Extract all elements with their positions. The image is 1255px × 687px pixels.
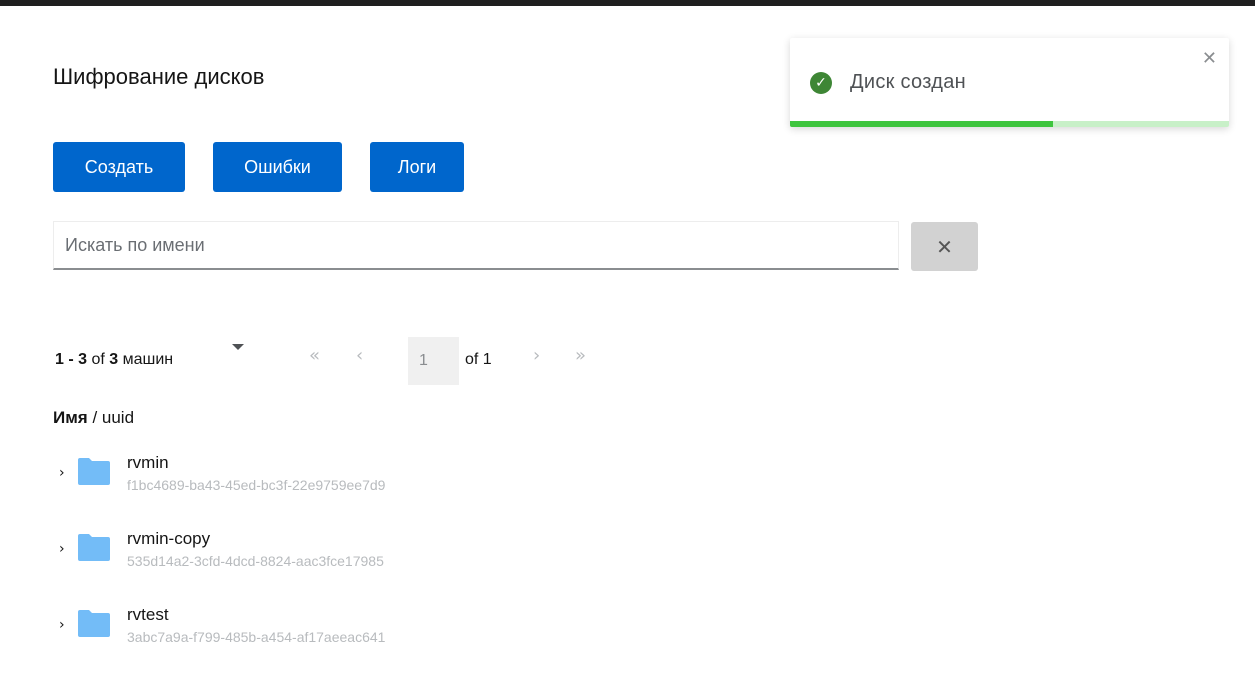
row-uuid: 535d14a2-3cfd-4dcd-8824-aac3fce17985 (127, 553, 384, 569)
page-title: Шифрование дисков (53, 64, 265, 89)
chevron-double-left-icon[interactable]: « (309, 346, 320, 366)
pagination-total: 3 (109, 351, 119, 368)
logs-button[interactable]: Логи (370, 142, 464, 192)
page-of-total: of 1 (465, 351, 492, 368)
pagination-unit: машин (122, 351, 174, 368)
column-header-name: Имя (53, 408, 88, 427)
list-item[interactable]: › rvmin-copy 535d14a2-3cfd-4dcd-8824-aac… (53, 529, 653, 581)
check-circle-icon: ✓ (810, 72, 832, 94)
expand-chevron-icon[interactable]: › (59, 541, 65, 557)
search-field (53, 221, 899, 270)
column-header: Имя / uuid (53, 408, 134, 428)
chevron-right-icon[interactable]: › (533, 346, 540, 366)
clear-search-button[interactable]: ✕ (911, 222, 978, 271)
folder-icon (78, 610, 110, 637)
page-number-input[interactable] (408, 337, 459, 385)
top-bar (0, 0, 1255, 6)
expand-chevron-icon[interactable]: › (59, 465, 65, 481)
row-uuid: 3abc7a9a-f799-485b-a454-af17aeeac641 (127, 629, 386, 645)
toast-progress-fill (790, 121, 1054, 127)
column-header-uuid: / uuid (87, 408, 135, 427)
toast-message: Диск создан (850, 71, 967, 93)
folder-icon (78, 458, 110, 485)
success-toast: ✓ Диск создан ✕ (790, 38, 1229, 127)
row-name: rvmin (127, 453, 169, 472)
row-name: rvtest (127, 605, 169, 624)
expand-chevron-icon[interactable]: › (59, 617, 65, 633)
chevron-double-right-icon[interactable]: » (575, 346, 586, 366)
search-input[interactable] (54, 222, 898, 268)
toast-progress-track (790, 121, 1229, 127)
list-item[interactable]: › rvtest 3abc7a9a-f799-485b-a454-af17aee… (53, 605, 653, 657)
chevron-left-icon[interactable]: ‹ (356, 346, 363, 366)
list-item[interactable]: › rvmin f1bc4689-ba43-45ed-bc3f-22e9759e… (53, 453, 653, 505)
row-name: rvmin-copy (127, 529, 211, 548)
row-uuid: f1bc4689-ba43-45ed-bc3f-22e9759ee7d9 (127, 477, 386, 493)
pagination-range: 1 - 3 (55, 351, 88, 368)
folder-icon (78, 534, 110, 561)
close-icon: ✕ (936, 234, 953, 259)
close-icon[interactable]: ✕ (1202, 48, 1217, 69)
pagination-count: 1 - 3 of 3 машин (55, 351, 173, 369)
errors-button[interactable]: Ошибки (213, 142, 342, 192)
create-button[interactable]: Создать (53, 142, 185, 192)
pagination-of: of (91, 351, 105, 368)
per-page-dropdown-icon[interactable] (232, 344, 244, 350)
